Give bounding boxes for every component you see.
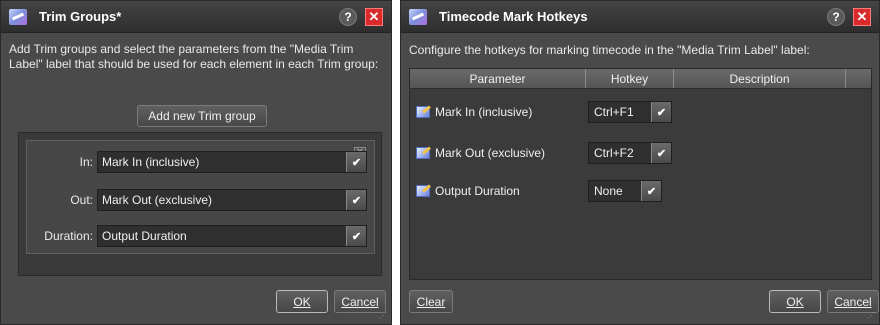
table-header: Parameter Hotkey Description: [410, 69, 871, 89]
edit-icon: [416, 185, 430, 197]
in-label: In:: [79, 155, 93, 169]
resize-grip-icon[interactable]: ⋰: [867, 312, 877, 322]
in-select[interactable]: Mark In (inclusive) ✔: [97, 151, 367, 173]
ok-label: OK: [293, 294, 311, 309]
close-button[interactable]: ✕: [365, 7, 383, 26]
parameter-cell: Mark In (inclusive): [410, 105, 586, 119]
dialog-title: Timecode Mark Hotkeys: [439, 9, 588, 24]
chevron-down-icon[interactable]: ✔: [651, 102, 671, 122]
clear-button[interactable]: Clear: [409, 290, 453, 313]
hotkey-value: Ctrl+F2: [594, 146, 634, 160]
add-trim-group-button[interactable]: Add new Trim group: [137, 105, 267, 127]
duration-select[interactable]: Output Duration ✔: [97, 225, 367, 247]
out-select-value: Mark Out (exclusive): [102, 193, 213, 207]
in-field-row: In: Mark In (inclusive) ✔: [27, 151, 367, 173]
close-button[interactable]: ✕: [853, 7, 871, 26]
column-header-filler: [846, 69, 870, 88]
edit-icon: [416, 147, 430, 159]
column-header-description[interactable]: Description: [674, 69, 846, 88]
app-edit-icon: [9, 8, 27, 25]
resize-grip-icon[interactable]: ⋰: [379, 312, 389, 322]
cancel-label: Cancel: [834, 294, 872, 309]
ok-button[interactable]: OK: [769, 290, 821, 313]
app-edit-icon: [409, 8, 427, 25]
chevron-down-icon[interactable]: ✔: [346, 190, 366, 210]
chevron-down-icon[interactable]: ✔: [641, 181, 661, 201]
in-select-value: Mark In (inclusive): [102, 155, 200, 169]
hotkey-value: None: [594, 184, 623, 198]
parameter-cell: Mark Out (exclusive): [410, 146, 586, 160]
hotkeys-titlebar: Timecode Mark Hotkeys ? ✕: [401, 1, 879, 33]
table-row: Output Duration None ✔: [410, 173, 871, 209]
cancel-button[interactable]: Cancel: [827, 290, 879, 313]
trim-groups-dialog: Trim Groups* ? ✕ Add Trim groups and sel…: [0, 0, 392, 325]
hotkey-select[interactable]: None ✔: [588, 180, 662, 202]
column-header-hotkey[interactable]: Hotkey: [586, 69, 674, 88]
clear-label: Clear: [416, 294, 446, 309]
duration-field-row: Duration: Output Duration ✔: [27, 225, 367, 247]
parameter-name: Output Duration: [435, 184, 520, 198]
trim-group: ✕ In: Mark In (inclusive) ✔ Out: Mark Ou…: [26, 140, 375, 254]
chevron-down-icon[interactable]: ✔: [346, 226, 366, 246]
help-button[interactable]: ?: [827, 7, 845, 26]
hotkeys-table: Parameter Hotkey Description Mark In (in…: [409, 68, 872, 280]
out-field-row: Out: Mark Out (exclusive) ✔: [27, 189, 367, 211]
out-label: Out:: [70, 193, 93, 207]
dialog-title: Trim Groups*: [39, 9, 122, 24]
chevron-down-icon[interactable]: ✔: [651, 143, 671, 163]
column-header-parameter[interactable]: Parameter: [410, 69, 586, 88]
timecode-hotkeys-dialog: Timecode Mark Hotkeys ? ✕ Configure the …: [400, 0, 880, 325]
ok-button[interactable]: OK: [276, 290, 328, 313]
parameter-name: Mark Out (exclusive): [435, 146, 546, 160]
table-row: Mark Out (exclusive) Ctrl+F2 ✔: [410, 135, 871, 171]
duration-select-value: Output Duration: [102, 229, 187, 243]
ok-label: OK: [786, 294, 804, 309]
instructions-text: Add Trim groups and select the parameter…: [9, 42, 379, 71]
cancel-label: Cancel: [341, 294, 379, 309]
chevron-down-icon[interactable]: ✔: [346, 152, 366, 172]
hotkey-select[interactable]: Ctrl+F1 ✔: [588, 101, 672, 123]
hotkey-value: Ctrl+F1: [594, 105, 634, 119]
out-select[interactable]: Mark Out (exclusive) ✔: [97, 189, 367, 211]
duration-label: Duration:: [44, 229, 93, 243]
cancel-button[interactable]: Cancel: [334, 290, 386, 313]
instructions-text: Configure the hotkeys for marking timeco…: [409, 43, 810, 57]
table-row: Mark In (inclusive) Ctrl+F1 ✔: [410, 94, 871, 130]
parameter-cell: Output Duration: [410, 184, 586, 198]
parameter-name: Mark In (inclusive): [435, 105, 533, 119]
edit-icon: [416, 106, 430, 118]
help-button[interactable]: ?: [339, 7, 357, 26]
trim-groups-list: ✕ In: Mark In (inclusive) ✔ Out: Mark Ou…: [18, 132, 382, 276]
trim-groups-titlebar: Trim Groups* ? ✕: [1, 1, 391, 33]
hotkey-select[interactable]: Ctrl+F2 ✔: [588, 142, 672, 164]
